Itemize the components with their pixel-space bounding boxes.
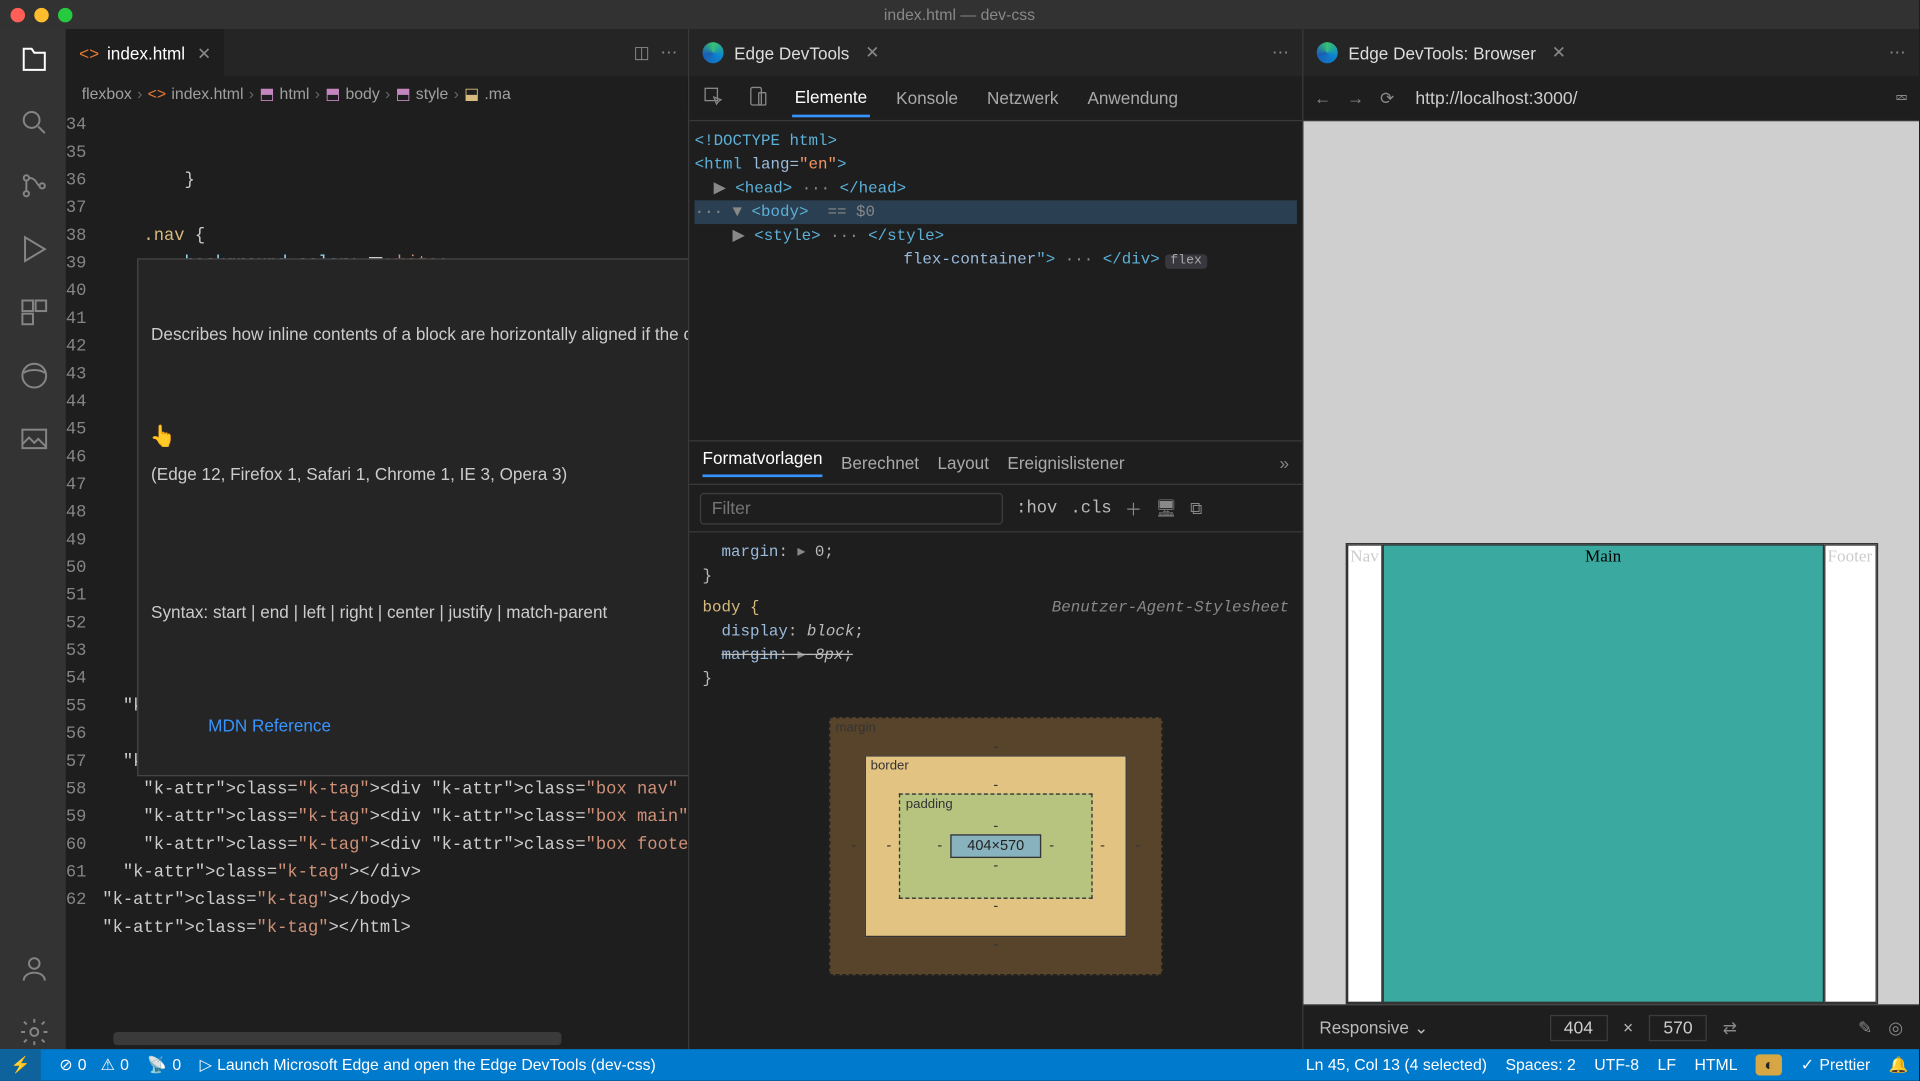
errors-count[interactable]: ⊘ 0 ⚠ 0 <box>59 1056 129 1074</box>
editor-body[interactable]: 3435363738394041424344454647484950515253… <box>66 111 688 1049</box>
url-input[interactable] <box>1410 82 1879 114</box>
tab-listeners[interactable]: Ereignislistener <box>1007 453 1124 473</box>
box-model-content: 404×570 <box>950 834 1041 858</box>
edge-icon <box>702 42 723 63</box>
dom-tree[interactable]: <!DOCTYPE html> <html lang="en"> ▶ <head… <box>689 121 1302 282</box>
launch-hint[interactable]: ▷ Launch Microsoft Edge and open the Edg… <box>200 1056 656 1074</box>
status-bar: ⚡ ⊘ 0 ⚠ 0 📡 0 ▷ Launch Microsoft Edge an… <box>0 1049 1919 1081</box>
inspect-icon[interactable] <box>702 86 723 111</box>
devtools-toolbar: Elemente Konsole Netzwerk Anwendung <box>689 76 1302 121</box>
eol-status[interactable]: LF <box>1658 1056 1676 1074</box>
page-main: Main <box>1383 544 1824 1003</box>
hover-tooltip: Describes how inline contents of a block… <box>137 258 688 776</box>
edge-badge-icon[interactable]: ◐ <box>1756 1054 1782 1075</box>
rotate-icon[interactable]: ⇄ <box>1723 1017 1737 1038</box>
extensions-icon[interactable] <box>17 295 51 329</box>
language-status[interactable]: HTML <box>1694 1056 1737 1074</box>
edge-icon <box>1317 42 1338 63</box>
browser-viewport: Nav Main Footer <box>1304 121 1920 1004</box>
tab-filename: index.html <box>107 43 185 63</box>
page-footer: Footer <box>1824 544 1877 1003</box>
viewport-width-input[interactable] <box>1549 1014 1607 1040</box>
close-icon[interactable]: ✕ <box>865 42 879 63</box>
more-icon[interactable]: ⋯ <box>1889 42 1906 63</box>
editor-tabs: <> index.html ✕ ◫ ⋯ <box>66 29 688 76</box>
account-icon[interactable] <box>17 952 51 986</box>
prettier-status[interactable]: ✓ Prettier <box>1801 1056 1871 1074</box>
ports-count[interactable]: 📡 0 <box>147 1056 181 1074</box>
responsive-bar: Responsive⌄ × ⇄ ✎ ◎ <box>1304 1004 1920 1049</box>
tab-styles[interactable]: Formatvorlagen <box>702 448 822 477</box>
chevron-down-icon: ⌄ <box>1414 1017 1428 1038</box>
titlebar: index.html — dev-css <box>0 0 1919 29</box>
split-editor-icon[interactable]: ◫ <box>634 42 650 63</box>
tab-elements[interactable]: Elemente <box>792 79 870 117</box>
more-icon[interactable]: ⋯ <box>1272 42 1289 63</box>
styles-toolbar: :hov .cls ＋ 🖥 ⧉ <box>689 485 1302 532</box>
close-icon[interactable]: ✕ <box>1552 42 1566 63</box>
source-control-icon[interactable] <box>17 169 51 203</box>
hover-description: Describes how inline contents of a block… <box>151 322 688 348</box>
device-icon[interactable] <box>747 86 768 111</box>
hov-toggle[interactable]: :hov <box>1016 498 1057 518</box>
remote-icon[interactable]: ⚡ <box>0 1049 41 1081</box>
responsive-select[interactable]: Responsive⌄ <box>1319 1017 1428 1038</box>
hover-syntax: Syntax: start | end | left | right | cen… <box>151 600 688 626</box>
url-bar: ← → ⟳ ⮹ <box>1304 76 1920 121</box>
cls-toggle[interactable]: .cls <box>1071 498 1112 518</box>
editor-panel: <> index.html ✕ ◫ ⋯ flexbox› <> index.ht… <box>66 29 688 1049</box>
edge-tools-icon[interactable] <box>17 358 51 392</box>
indent-status[interactable]: Spaces: 2 <box>1505 1056 1575 1074</box>
box-model: margin - - border - - padding - <box>689 699 1302 1000</box>
devtools-header: Edge DevTools ✕ ⋯ <box>689 29 1302 76</box>
inspect-icon[interactable]: ⮹ <box>1895 88 1909 109</box>
activity-bar <box>0 29 66 1049</box>
breadcrumb[interactable]: flexbox› <> index.html› ⬒ html› ⬒ body› … <box>66 76 688 110</box>
mdn-reference-link[interactable]: MDN Reference <box>208 716 331 736</box>
tab-console[interactable]: Konsole <box>894 80 961 116</box>
tab-computed[interactable]: Berechnet <box>841 453 919 473</box>
new-rule-icon[interactable]: ＋ <box>1125 496 1142 521</box>
target-icon[interactable]: ◎ <box>1888 1017 1903 1038</box>
more-icon[interactable]: ⋯ <box>660 42 677 63</box>
debug-icon[interactable] <box>17 232 51 266</box>
viewport-height-input[interactable] <box>1649 1014 1707 1040</box>
browser-panel: Edge DevTools: Browser ✕ ⋯ ← → ⟳ ⮹ Nav M… <box>1302 29 1919 1049</box>
styles-tabs: Formatvorlagen Berechnet Layout Ereignis… <box>689 440 1302 485</box>
browser-title: Edge DevTools: Browser <box>1348 43 1536 63</box>
close-icon[interactable]: ✕ <box>197 43 211 64</box>
eyedropper-icon[interactable]: ✎ <box>1858 1017 1872 1038</box>
page-nav: Nav <box>1346 544 1382 1003</box>
line-gutter: 3435363738394041424344454647484950515253… <box>66 111 102 1049</box>
horizontal-scrollbar[interactable] <box>113 1032 561 1045</box>
browser-header: Edge DevTools: Browser ✕ ⋯ <box>1304 29 1920 76</box>
tab-application[interactable]: Anwendung <box>1085 80 1181 116</box>
reload-icon[interactable]: ⟳ <box>1380 88 1394 109</box>
back-icon[interactable]: ← <box>1314 88 1331 108</box>
image-preview-icon[interactable] <box>17 422 51 456</box>
more-tabs-icon[interactable]: » <box>1279 453 1289 473</box>
tab-layout[interactable]: Layout <box>938 453 989 473</box>
styles-filter-input[interactable] <box>700 492 1003 524</box>
devtools-panel: Edge DevTools ✕ ⋯ Elemente Konsole Netzw… <box>688 29 1302 1049</box>
settings-icon[interactable] <box>17 1015 51 1049</box>
search-icon[interactable] <box>17 105 51 139</box>
window-title: index.html — dev-css <box>0 5 1919 23</box>
cursor-position[interactable]: Ln 45, Col 13 (4 selected) <box>1306 1056 1487 1074</box>
styles-rules[interactable]: margin: ▸ 0; } Benutzer-Agent-Stylesheet… <box>689 532 1302 698</box>
device-icon[interactable]: 🖥 <box>1155 498 1177 519</box>
rendered-page: Nav Main Footer <box>1345 543 1877 1004</box>
forward-icon[interactable]: → <box>1347 88 1364 108</box>
explorer-icon[interactable] <box>17 42 51 76</box>
tab-network[interactable]: Netzwerk <box>984 80 1061 116</box>
devtools-title: Edge DevTools <box>734 43 849 63</box>
code-area[interactable]: } .nav { background-color: white; text-a… <box>102 111 688 1049</box>
html-file-icon: <> <box>79 43 99 63</box>
hover-compat: (Edge 12, Firefox 1, Safari 1, Chrome 1,… <box>151 461 688 487</box>
notifications-icon[interactable]: 🔔 <box>1889 1056 1909 1074</box>
editor-tab-index[interactable]: <> index.html ✕ <box>66 29 225 76</box>
encoding-status[interactable]: UTF-8 <box>1594 1056 1639 1074</box>
panel-icon[interactable]: ⧉ <box>1190 498 1202 519</box>
